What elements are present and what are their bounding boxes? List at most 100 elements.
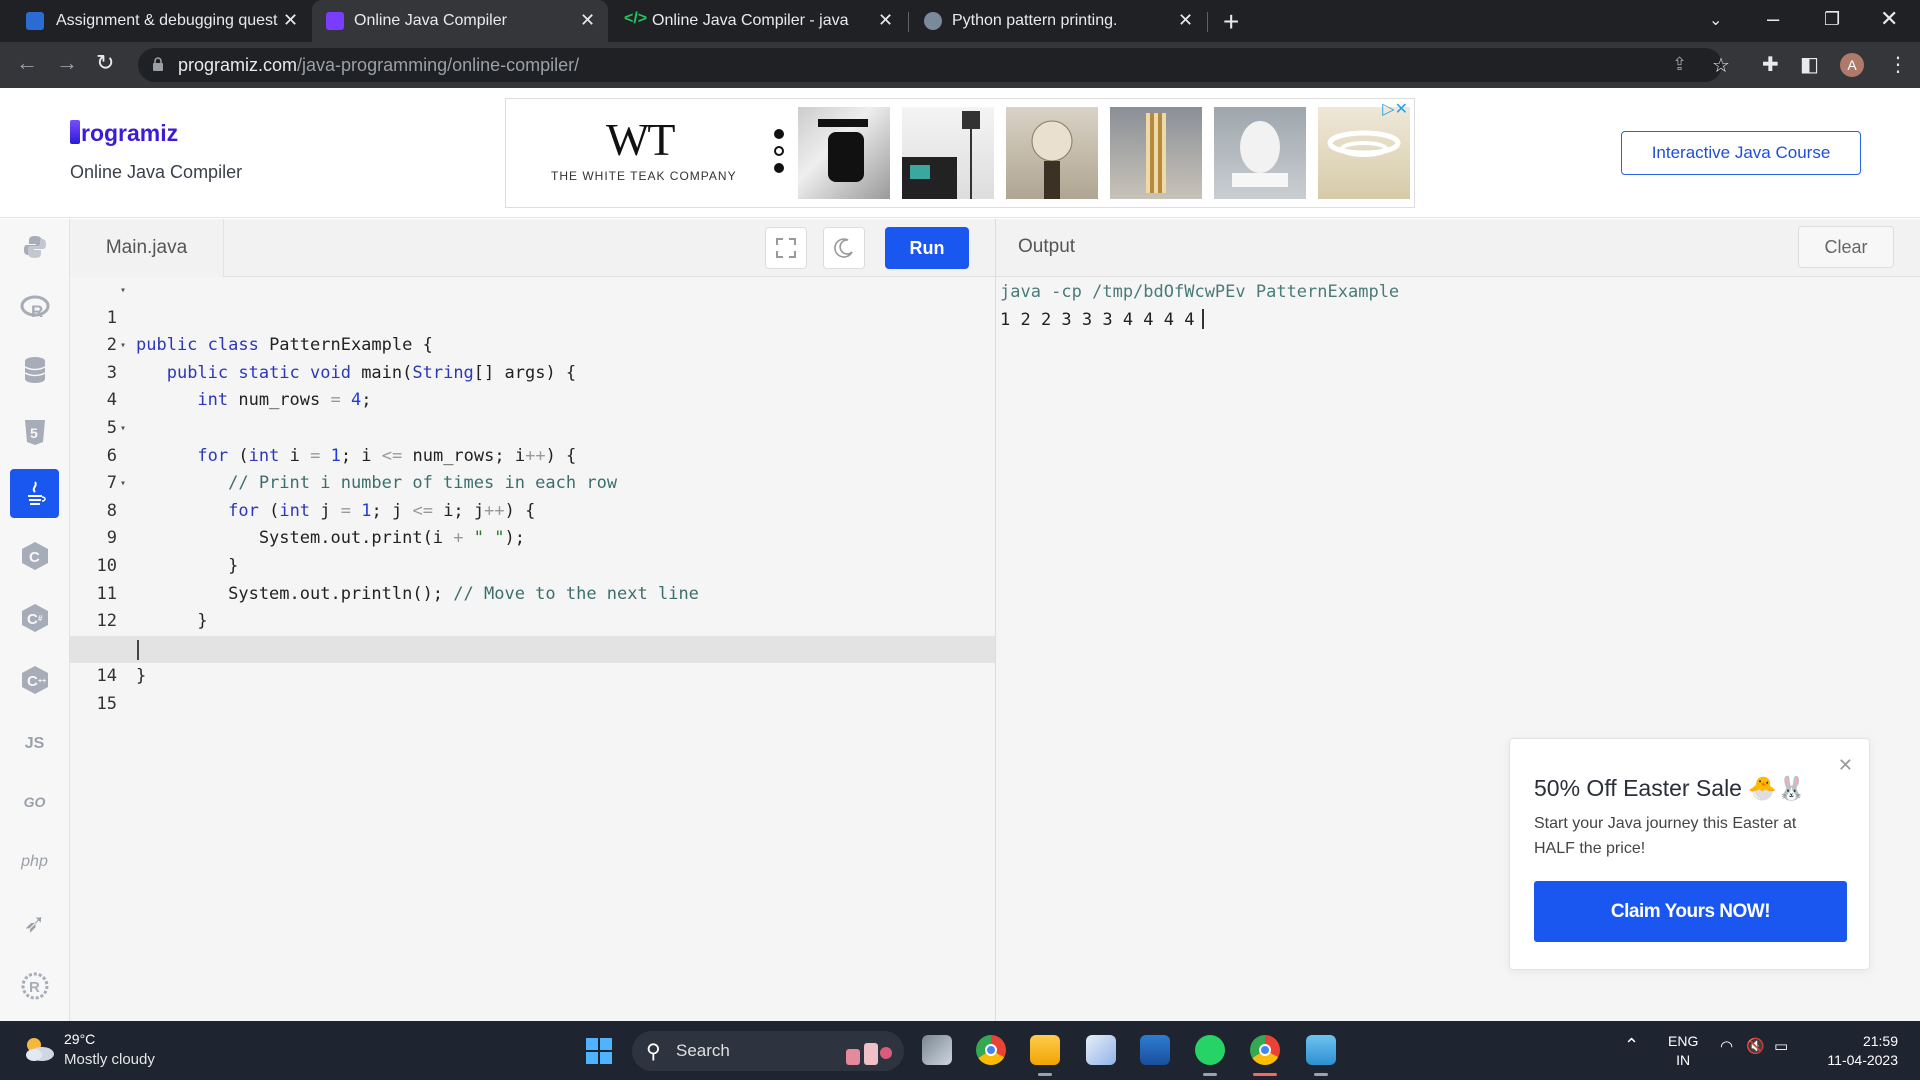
bookmark-star-icon[interactable]: ☆ <box>1712 53 1730 78</box>
extensions-puzzle-icon[interactable]: ✚ <box>1762 52 1779 77</box>
weather-temperature[interactable]: 29°C <box>64 1031 95 1047</box>
dark-mode-button[interactable] <box>823 227 865 269</box>
tab-separator <box>1207 12 1208 32</box>
rust-icon[interactable]: R <box>10 961 59 1010</box>
code-line: 11 } <box>70 553 995 632</box>
ad-product-image[interactable] <box>1006 107 1098 199</box>
go-icon[interactable]: GO <box>10 777 59 826</box>
new-tab-button[interactable]: + <box>1223 6 1239 38</box>
logo-text: rogramiz <box>81 120 179 146</box>
promo-text: Start your Java journey this Easter at H… <box>1534 815 1797 857</box>
tab-search-chevron-icon[interactable]: ⌄ <box>1709 10 1722 30</box>
output-title: Output <box>1018 236 1076 257</box>
code-editor[interactable]: 1 ▾ public class PatternExample { 2 ▾ publ… <box>70 277 995 1021</box>
promo-title: 50% Off Easter Sale 🐣🐰 <box>1534 775 1806 801</box>
file-explorer-icon[interactable] <box>1030 1035 1060 1065</box>
notepad-icon[interactable] <box>1086 1035 1116 1065</box>
fullscreen-button[interactable] <box>765 227 807 269</box>
profile-avatar[interactable]: A <box>1840 53 1864 77</box>
ad-product-image[interactable] <box>902 107 994 199</box>
share-icon[interactable]: ⇪ <box>1672 54 1687 75</box>
sql-icon[interactable] <box>10 345 59 394</box>
microsoft-store-icon[interactable] <box>1140 1035 1170 1065</box>
file-tab-main-java[interactable]: Main.java <box>70 219 224 277</box>
close-icon[interactable]: ✕ <box>283 10 298 31</box>
html-icon[interactable]: 5 <box>10 407 59 456</box>
browser-tab-active[interactable]: Online Java Compiler ✕ <box>312 0 608 42</box>
adchoices-icon[interactable]: ▷✕ <box>1382 99 1408 119</box>
chrome-profile-icon[interactable] <box>1250 1035 1280 1065</box>
windows-start-icon[interactable] <box>586 1038 612 1064</box>
output-result-line: 1 2 2 3 3 3 4 4 4 4 <box>1000 307 1204 334</box>
browser-tab[interactable]: </> Online Java Compiler - java ✕ <box>610 0 906 42</box>
php-icon[interactable]: php <box>10 837 59 886</box>
taskbar-search[interactable]: ⚲ Search <box>632 1031 904 1071</box>
close-icon[interactable]: ✕ <box>1838 755 1853 776</box>
cloudy-weather-icon[interactable] <box>22 1035 56 1063</box>
address-bar[interactable]: programiz.com/java-programming/online-co… <box>138 48 1730 82</box>
show-hidden-icons-chevron-icon[interactable]: ⌃ <box>1624 1035 1639 1056</box>
fold-arrow-icon[interactable]: ▾ <box>120 277 126 305</box>
r-icon[interactable]: R <box>10 283 59 332</box>
close-icon[interactable]: ✕ <box>580 10 595 31</box>
java-icon[interactable] <box>10 469 59 518</box>
close-icon[interactable]: ✕ <box>1178 10 1193 31</box>
ad-product-image[interactable] <box>1110 107 1202 199</box>
rust-gear-icon: R <box>21 972 48 999</box>
text-cursor <box>137 639 139 660</box>
ad-product-image[interactable] <box>1214 107 1306 199</box>
code-line: 6 // Print i number of times in each row <box>70 415 995 494</box>
csharp-language-icon: C # <box>21 603 48 632</box>
run-button[interactable]: Run <box>885 227 969 269</box>
programiz-logo[interactable]: rogramiz <box>70 120 178 147</box>
js-icon[interactable]: JS <box>10 719 59 768</box>
chrome-icon[interactable] <box>976 1035 1006 1065</box>
programiz-favicon-icon <box>326 12 344 30</box>
claim-offer-button[interactable]: Claim Yours NOW! <box>1534 881 1847 942</box>
c-icon[interactable]: C <box>10 531 59 580</box>
ad-floor-lamp-image <box>902 111 980 199</box>
forward-arrow-icon[interactable]: → <box>56 50 78 76</box>
language-sidebar: R 5 C C # C ++ JS GO php ➶ R <box>0 219 70 1021</box>
browser-tab[interactable]: Python pattern printing. ✕ <box>910 0 1206 42</box>
code-line: 9 } <box>70 498 995 576</box>
running-indicator <box>1203 1073 1217 1076</box>
cpp-icon[interactable]: C ++ <box>10 655 59 704</box>
browser-tab[interactable]: Assignment & debugging questi ✕ <box>0 0 310 42</box>
programiz-logo-icon <box>70 120 80 144</box>
lock-icon <box>153 57 163 71</box>
ad-carousel-dots[interactable] <box>774 129 784 180</box>
ad-product-image[interactable] <box>1318 107 1410 199</box>
minimize-icon[interactable]: – <box>1767 6 1779 32</box>
python-icon[interactable] <box>10 222 59 271</box>
swift-icon[interactable]: ➶ <box>10 899 59 948</box>
reload-icon[interactable]: ↻ <box>96 50 114 76</box>
clear-button[interactable]: Clear <box>1798 226 1894 268</box>
task-view-icon[interactable] <box>922 1035 952 1065</box>
battery-icon[interactable]: ▭ <box>1774 1037 1788 1055</box>
weather-description[interactable]: Mostly cloudy <box>64 1051 155 1068</box>
language-indicator[interactable]: ENG IN <box>1668 1032 1698 1070</box>
close-icon[interactable]: ✕ <box>878 10 893 31</box>
svg-text:C: C <box>27 673 38 690</box>
wifi-icon[interactable]: ◠ <box>1720 1037 1733 1055</box>
advertisement-banner[interactable]: WT THE WHITE TEAK COMPANY ▷✕ <box>505 98 1415 208</box>
side-panel-icon[interactable]: ◧ <box>1800 52 1819 77</box>
promo-popup: ✕ 50% Off Easter Sale 🐣🐰 Start your Java… <box>1509 738 1870 970</box>
csharp-icon[interactable]: C # <box>10 593 59 642</box>
ad-sculpture-image <box>1232 121 1288 187</box>
region-code: IN <box>1676 1052 1691 1068</box>
whatsapp-icon[interactable] <box>1195 1035 1225 1065</box>
browser-menu-icon[interactable]: ⋮ <box>1888 52 1908 77</box>
ad-brand-logo: WT <box>606 114 676 165</box>
back-arrow-icon[interactable]: ← <box>16 50 38 76</box>
language-code: ENG <box>1668 1033 1699 1049</box>
interactive-course-button[interactable]: Interactive Java Course <box>1621 131 1861 175</box>
notes-app-icon[interactable] <box>1306 1035 1336 1065</box>
restore-icon[interactable]: ❐ <box>1824 9 1840 30</box>
window-close-icon[interactable]: ✕ <box>1880 6 1898 32</box>
system-clock[interactable]: 21:59 11-04-2023 <box>1818 1032 1898 1070</box>
ad-product-image[interactable] <box>798 107 890 199</box>
svg-text:C: C <box>27 611 38 628</box>
volume-muted-icon[interactable]: 🔇 <box>1746 1037 1765 1055</box>
